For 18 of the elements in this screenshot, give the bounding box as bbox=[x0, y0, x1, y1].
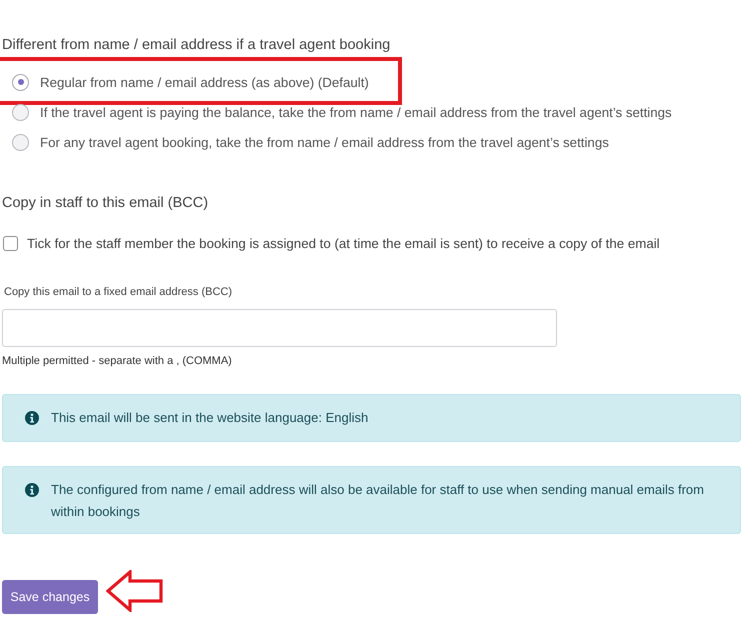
section-heading: Copy in staff to this email (BCC) bbox=[2, 194, 208, 213]
alert-text: The configured from name / email address will also be available for staff to use when sending manual emails from within bookings bbox=[51, 481, 705, 521]
checkbox[interactable] bbox=[3, 236, 18, 250]
radio-label: If the travel agent is paying the balance, take the from name / email address from the travel agent’s settings bbox=[40, 104, 672, 120]
field-label: Copy this email to a fixed email address (BCC) bbox=[4, 285, 232, 300]
radio-button[interactable] bbox=[12, 74, 29, 90]
email-input-field[interactable] bbox=[2, 309, 557, 347]
radio-button[interactable] bbox=[12, 134, 29, 150]
checkbox-label: Tick for the staff member the booking is assigned to (at time the email is sent) to receive a copy of the email bbox=[27, 236, 660, 250]
radio-label: Regular from name / email address (as above) (Default) bbox=[40, 74, 369, 90]
radio-label: For any travel agent booking, take the from name / email address from the travel agent’s settings bbox=[40, 134, 609, 150]
save-button[interactable]: Save changes bbox=[2, 580, 98, 614]
radio-button[interactable] bbox=[12, 104, 29, 120]
section-heading: Different from name / email address if a travel agent booking bbox=[2, 36, 390, 55]
help-text: Multiple permitted - separate with a , (COMMA) bbox=[2, 354, 232, 369]
info-icon bbox=[25, 483, 39, 497]
alert-text: This email will be sent in the website language: English bbox=[51, 409, 368, 427]
info-icon bbox=[25, 411, 39, 425]
